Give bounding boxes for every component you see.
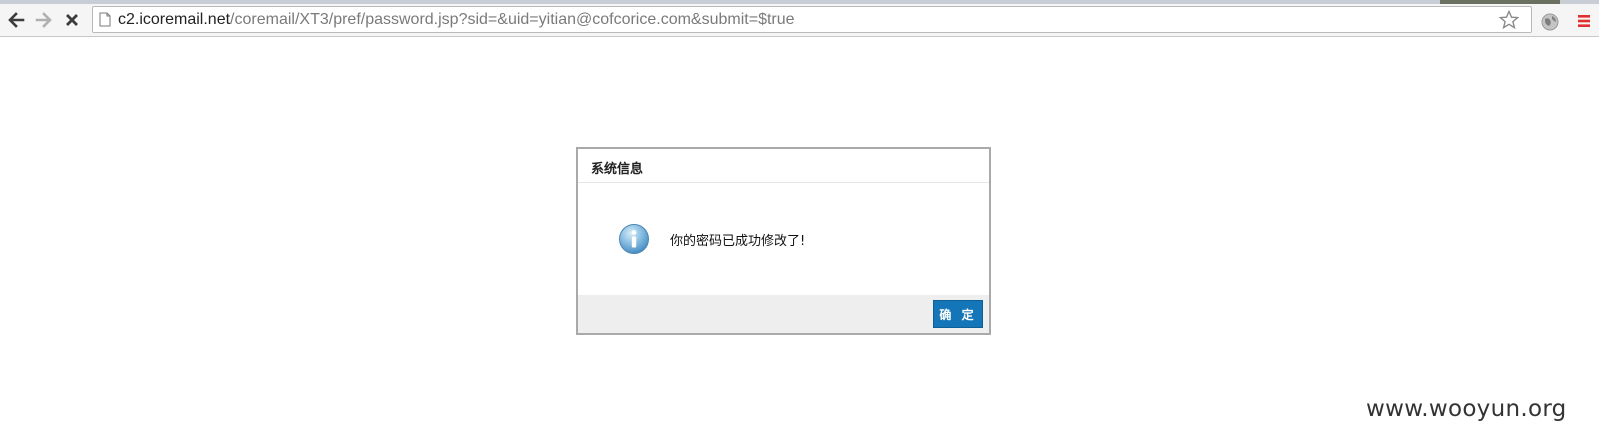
browser-toolbar: c2.icoremail.net/coremail/XT3/pref/passw… (0, 4, 1599, 37)
dialog-message: 你的密码已成功修改了! (670, 234, 806, 249)
address-bar[interactable]: c2.icoremail.net/coremail/XT3/pref/passw… (92, 6, 1532, 33)
system-info-dialog: 系统信息 你的密码已成功修改了! 确 定 (576, 147, 991, 335)
forward-button[interactable] (32, 8, 56, 32)
stop-icon (66, 14, 78, 26)
url-host: c2.icoremail.net (118, 11, 231, 28)
url-path: /coremail/XT3/pref/password.jsp?sid=&uid… (230, 11, 795, 28)
stop-button[interactable] (60, 8, 84, 32)
star-icon[interactable] (1499, 10, 1519, 30)
forward-icon (35, 12, 52, 28)
extension-icon[interactable] (1541, 13, 1559, 31)
menu-icon[interactable] (1577, 14, 1591, 28)
back-icon (8, 12, 25, 28)
back-button[interactable] (4, 8, 28, 32)
dialog-title: 系统信息 (591, 162, 644, 177)
watermark: www.wooyun.org (1366, 396, 1567, 422)
dialog-footer: 确 定 (578, 295, 989, 333)
url-text[interactable]: c2.icoremail.net/coremail/XT3/pref/passw… (118, 11, 795, 29)
page-icon (99, 12, 111, 27)
info-icon (619, 224, 649, 254)
confirm-button[interactable]: 确 定 (933, 300, 983, 328)
dialog-header: 系统信息 (578, 149, 989, 183)
dialog-body: 你的密码已成功修改了! (578, 183, 989, 295)
